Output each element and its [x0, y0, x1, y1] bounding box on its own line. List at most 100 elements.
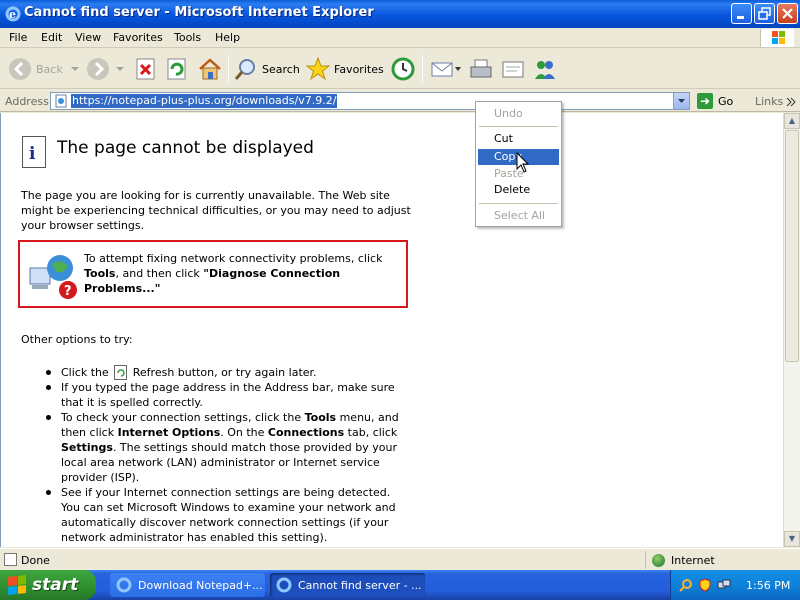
menu-edit[interactable]: Edit [41, 31, 62, 44]
scroll-up-button[interactable]: ▲ [784, 113, 800, 129]
search-button[interactable]: Search [234, 55, 300, 83]
menu-separator [479, 203, 558, 204]
toolbar-separator [228, 55, 229, 83]
page-title: The page cannot be displayed [57, 138, 314, 158]
chevron-down-icon [455, 67, 461, 71]
window-title: Cannot find server - Microsoft Internet … [24, 5, 374, 20]
title-bar[interactable]: e Cannot find server - Microsoft Interne… [0, 0, 800, 28]
list-item: Click the Refresh button, or try again l… [39, 365, 409, 380]
refresh-icon [114, 365, 128, 380]
start-button[interactable]: start [0, 570, 96, 600]
taskbar-item-download[interactable]: Download Notepad+... [110, 573, 265, 597]
edit-icon [502, 61, 524, 78]
close-button[interactable] [777, 3, 798, 24]
edit-button[interactable] [500, 55, 526, 83]
scroll-thumb[interactable] [785, 130, 799, 362]
home-icon [199, 58, 221, 80]
search-icon[interactable] [679, 578, 693, 592]
stop-button[interactable] [135, 55, 157, 83]
star-icon [306, 57, 330, 81]
mail-icon [431, 62, 453, 77]
diagnose-callout: ? To attempt fixing network connectivity… [18, 240, 408, 308]
status-bar: Done Internet [0, 548, 800, 570]
menu-item-delete[interactable]: Delete [478, 182, 559, 198]
chevron-down-icon [678, 99, 685, 103]
mail-button[interactable] [430, 55, 462, 83]
network-icon[interactable] [717, 578, 731, 592]
go-arrow-icon: ➜ [697, 93, 713, 109]
go-button[interactable]: ➜ Go [697, 93, 733, 109]
messenger-button[interactable] [532, 55, 558, 83]
page-content: i The page cannot be displayed The page … [0, 113, 783, 547]
chevron-down-icon [70, 67, 79, 71]
svg-text:?: ? [64, 284, 72, 299]
security-zone[interactable]: Internet [645, 551, 780, 569]
windows-logo [760, 29, 794, 47]
taskbar-item-cannot-find[interactable]: Cannot find server - ... [270, 573, 425, 597]
back-button[interactable]: Back [8, 55, 81, 83]
stop-icon [136, 58, 155, 80]
address-label: Address [5, 95, 49, 108]
menu-item-select-all[interactable]: Select All [478, 208, 559, 224]
restore-icon [758, 7, 771, 20]
close-icon [782, 8, 793, 19]
shield-icon[interactable] [698, 578, 712, 592]
address-bar: Address https://notepad-plus-plus.org/do… [0, 90, 800, 112]
links-button[interactable]: Links [755, 95, 783, 108]
address-dropdown[interactable] [673, 93, 689, 109]
vertical-scrollbar[interactable]: ▲ ▼ [783, 113, 800, 547]
restore-button[interactable] [754, 3, 775, 24]
history-icon [391, 57, 415, 81]
minimize-button[interactable] [731, 3, 752, 24]
address-url[interactable]: https://notepad-plus-plus.org/downloads/… [71, 94, 338, 108]
callout-text: To attempt fixing network connectivity p… [84, 252, 383, 295]
ie-icon [116, 577, 132, 593]
address-input[interactable]: https://notepad-plus-plus.org/downloads/… [50, 92, 690, 110]
scroll-down-button[interactable]: ▼ [784, 531, 800, 547]
toolbar-separator [422, 55, 423, 83]
history-button[interactable] [390, 55, 416, 83]
menu-tools[interactable]: Tools [174, 31, 201, 44]
system-tray: 1:56 PM [670, 570, 800, 600]
back-arrow-icon [9, 58, 31, 80]
info-icon: i [22, 136, 46, 168]
status-text: Done [21, 554, 50, 567]
print-button[interactable] [468, 55, 494, 83]
ie-icon [276, 577, 292, 593]
menu-favorites[interactable]: Favorites [113, 31, 163, 44]
favorites-button[interactable]: Favorites [306, 55, 384, 83]
intro-text: The page you are looking for is currentl… [21, 189, 411, 232]
ie-icon: e [5, 6, 21, 22]
toolbar: Back Search Favorites [0, 49, 800, 89]
list-item: If you typed the page address in the Add… [39, 380, 409, 410]
svg-text:e: e [9, 8, 16, 21]
chevron-down-icon [116, 67, 124, 71]
search-icon [234, 59, 255, 80]
options-list: Click the Refresh button, or try again l… [39, 365, 409, 545]
menu-item-undo[interactable]: Undo [478, 106, 559, 122]
minimize-icon [737, 16, 744, 19]
windows-flag-icon [8, 575, 26, 595]
network-diagnose-icon: ? [29, 255, 77, 299]
page-icon [55, 94, 67, 108]
refresh-icon [167, 58, 186, 80]
home-button[interactable] [197, 55, 223, 83]
page-status-icon [4, 553, 17, 566]
refresh-button[interactable] [166, 55, 188, 83]
messenger-icon [535, 61, 555, 79]
menu-file[interactable]: File [9, 31, 27, 44]
chevron-right-icon[interactable] [786, 97, 796, 107]
menu-help[interactable]: Help [215, 31, 240, 44]
mouse-cursor-icon [516, 152, 530, 173]
other-options-heading: Other options to try: [21, 333, 133, 346]
print-icon [470, 59, 492, 78]
list-item: To check your connection settings, click… [39, 410, 409, 485]
menu-separator [479, 126, 558, 127]
clock[interactable]: 1:56 PM [746, 579, 790, 592]
menu-bar: File Edit View Favorites Tools Help [0, 28, 800, 48]
forward-button[interactable] [86, 55, 126, 83]
menu-item-cut[interactable]: Cut [478, 131, 559, 147]
list-item: See if your Internet connection settings… [39, 485, 409, 545]
menu-view[interactable]: View [75, 31, 101, 44]
forward-arrow-icon [87, 58, 109, 80]
